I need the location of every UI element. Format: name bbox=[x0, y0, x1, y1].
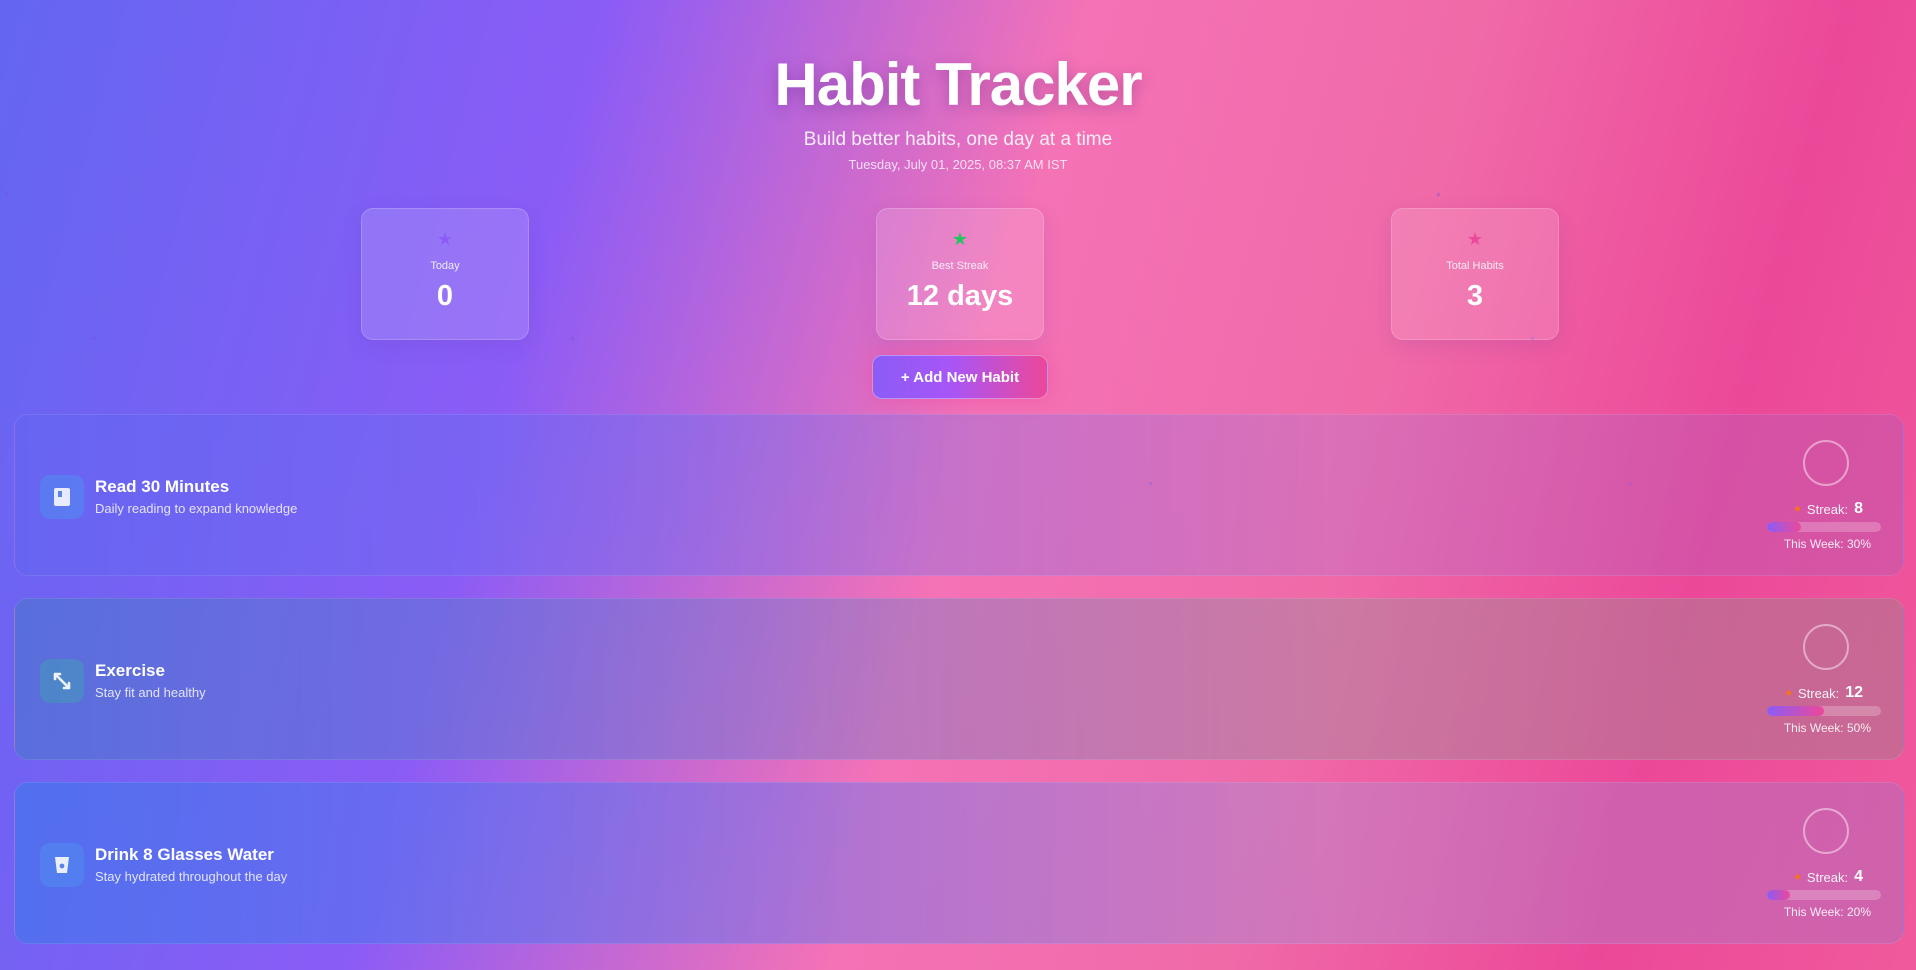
habit-description: Stay fit and healthy bbox=[95, 685, 206, 700]
streak-info: ● Streak: 4 bbox=[1743, 868, 1863, 886]
page-subtitle: Build better habits, one day at a time bbox=[803, 129, 1113, 150]
fire-icon: ● bbox=[1794, 503, 1801, 515]
streak-count: 8 bbox=[1854, 500, 1863, 517]
stat-card-total-habits: ★ Total Habits 3 bbox=[1391, 208, 1559, 340]
stat-value: 12 days bbox=[906, 280, 1014, 312]
week-progress-label: This Week: 50% bbox=[1783, 721, 1871, 735]
glass-icon bbox=[40, 843, 84, 887]
star-icon: ★ bbox=[436, 229, 454, 249]
week-progress-bar bbox=[1767, 706, 1881, 716]
habit-name: Drink 8 Glasses Water bbox=[95, 845, 274, 864]
stat-value: 3 bbox=[1466, 280, 1484, 312]
week-progress-fill bbox=[1767, 522, 1802, 532]
star-icon: ★ bbox=[951, 229, 969, 249]
habit-description: Daily reading to expand knowledge bbox=[95, 501, 298, 516]
week-progress-label: This Week: 30% bbox=[1783, 537, 1871, 551]
dumbbell-icon bbox=[40, 659, 84, 703]
complete-checkbox[interactable] bbox=[1803, 440, 1849, 486]
stat-value: 0 bbox=[436, 280, 454, 312]
star-icon: ★ bbox=[1466, 229, 1484, 249]
book-icon bbox=[40, 475, 84, 519]
complete-checkbox[interactable] bbox=[1803, 808, 1849, 854]
streak-count: 4 bbox=[1854, 868, 1863, 885]
fire-icon: ● bbox=[1785, 687, 1793, 699]
complete-checkbox[interactable] bbox=[1803, 624, 1849, 670]
week-progress-fill bbox=[1767, 890, 1790, 900]
current-datetime: Tuesday, July 01, 2025, 08:37 AM IST bbox=[848, 157, 1068, 172]
habit-card-exercise[interactable]: Exercise Stay fit and healthy ● Streak: … bbox=[14, 598, 1904, 760]
background-dot: • bbox=[92, 330, 97, 346]
habit-card-read[interactable]: Read 30 Minutes Daily reading to expand … bbox=[14, 414, 1904, 576]
page-header: Habit Tracker Build better habits, one d… bbox=[0, 50, 1916, 172]
week-progress-fill bbox=[1767, 706, 1824, 716]
streak-label: Streak: bbox=[1806, 869, 1849, 885]
background-dot: • bbox=[1436, 186, 1441, 202]
stat-label: Total Habits bbox=[1446, 260, 1504, 272]
fire-icon: ● bbox=[1794, 871, 1801, 883]
streak-label: Streak: bbox=[1806, 501, 1849, 517]
week-progress-bar bbox=[1767, 522, 1881, 532]
habit-description: Stay hydrated throughout the day bbox=[95, 869, 288, 884]
stat-card-best-streak: ★ Best Streak 12 days bbox=[876, 208, 1044, 340]
background-dot: • bbox=[570, 330, 575, 346]
streak-label: Streak: bbox=[1798, 685, 1840, 701]
streak-count: 12 bbox=[1845, 684, 1863, 701]
habit-card-water[interactable]: Drink 8 Glasses Water Stay hydrated thro… bbox=[14, 782, 1904, 944]
background-dot: • bbox=[4, 186, 9, 202]
stat-card-today: ★ Today 0 bbox=[361, 208, 529, 340]
week-progress-label: This Week: 20% bbox=[1783, 905, 1871, 919]
stat-label: Today bbox=[430, 260, 460, 272]
habit-name: Exercise bbox=[95, 661, 165, 680]
habit-name: Read 30 Minutes bbox=[95, 477, 230, 496]
stat-label: Best Streak bbox=[931, 260, 989, 272]
add-new-habit-button[interactable]: + Add New Habit bbox=[872, 355, 1048, 399]
page-title: Habit Tracker bbox=[774, 51, 1142, 118]
streak-info: ● Streak: 8 bbox=[1743, 500, 1863, 518]
streak-info: ● Streak: 12 bbox=[1743, 684, 1863, 702]
week-progress-bar bbox=[1767, 890, 1881, 900]
